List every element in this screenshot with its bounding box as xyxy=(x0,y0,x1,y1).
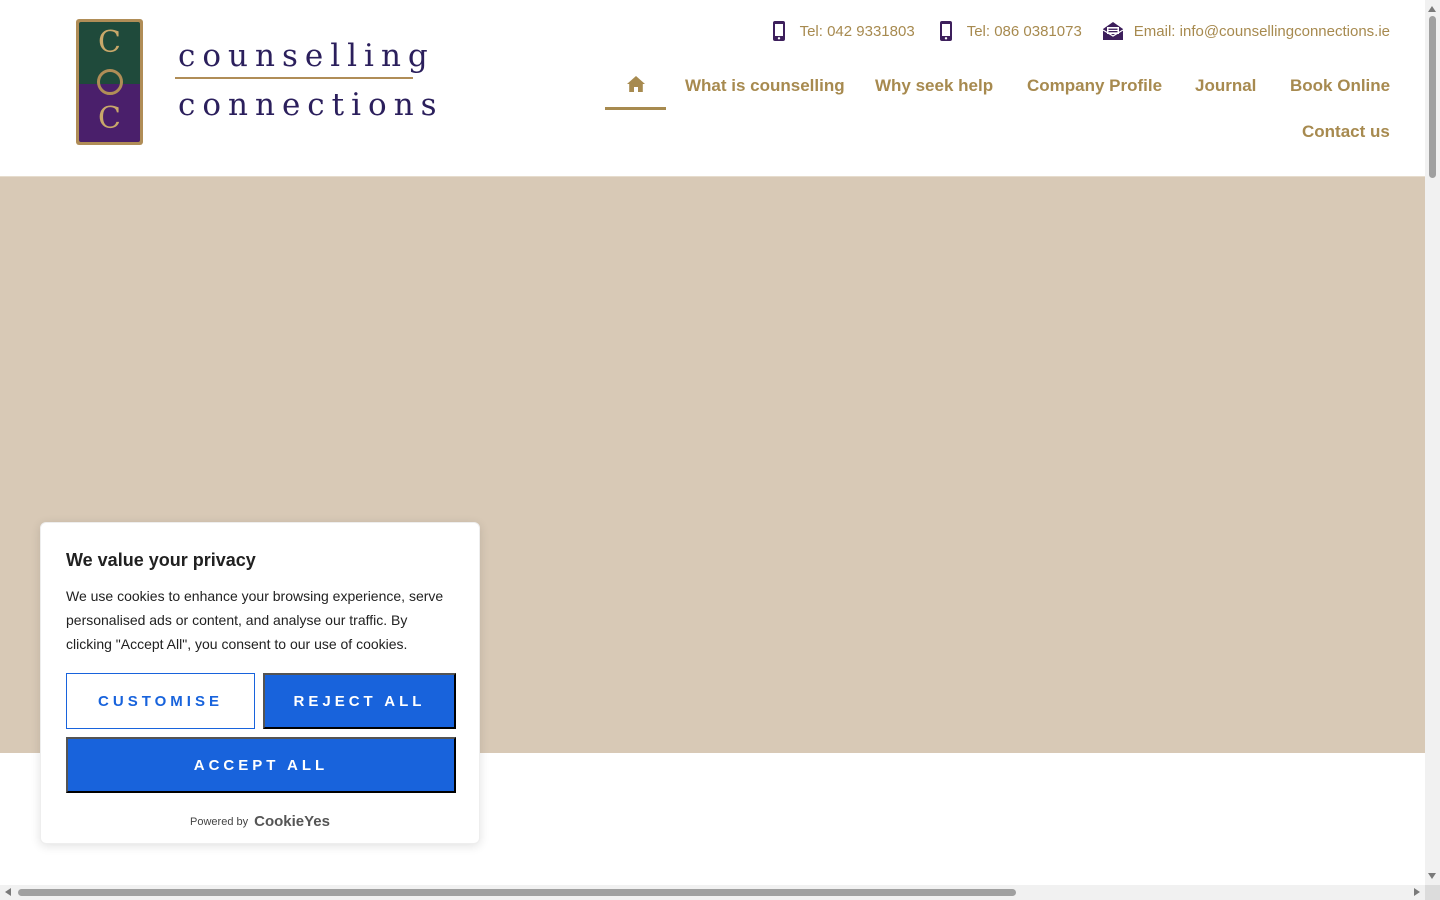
contact-strip: Tel: 042 9331803 Tel: 086 0381073 Email:… xyxy=(748,20,1390,42)
cookieyes-logo[interactable]: CookieYes xyxy=(254,813,330,830)
cookie-banner-description: We use cookies to enhance your browsing … xyxy=(66,588,444,652)
mobile-phone-icon xyxy=(935,20,957,42)
logo-word-counselling: counselling xyxy=(178,38,435,74)
contact-phone-landline[interactable]: Tel: 042 9331803 xyxy=(768,20,915,42)
contact-phone-landline-text: Tel: 042 9331803 xyxy=(799,22,915,40)
logo-letter-bottom: C xyxy=(98,101,121,136)
logo-letter-top: C xyxy=(98,25,121,60)
logo-divider xyxy=(175,77,413,79)
scroll-up-arrow-icon[interactable] xyxy=(1428,6,1436,12)
site-header: C C counselling connections Tel: 042 933… xyxy=(0,0,1425,177)
mobile-phone-icon xyxy=(768,20,790,42)
nav-item-why-seek-help[interactable]: Why seek help xyxy=(875,76,993,96)
nav-item-contact-us[interactable]: Contact us xyxy=(1302,122,1390,142)
customise-button[interactable]: CUSTOMISE xyxy=(66,673,255,729)
contact-phone-mobile-text: Tel: 086 0381073 xyxy=(966,22,1082,40)
scroll-down-arrow-icon[interactable] xyxy=(1428,873,1436,879)
vertical-scrollbar-thumb[interactable] xyxy=(1429,16,1436,178)
main-navigation: What is counselling Why seek help Compan… xyxy=(605,66,1405,156)
scroll-right-arrow-icon[interactable] xyxy=(1414,888,1420,896)
contact-phone-mobile[interactable]: Tel: 086 0381073 xyxy=(935,20,1082,42)
home-icon xyxy=(626,75,646,98)
contact-email[interactable]: Email: info@counsellingconnections.ie xyxy=(1102,20,1390,42)
horizontal-scrollbar[interactable] xyxy=(0,885,1425,900)
nav-item-company-profile[interactable]: Company Profile xyxy=(1027,76,1162,96)
horizontal-scrollbar-thumb[interactable] xyxy=(18,889,1016,896)
powered-by-label: Powered by xyxy=(190,815,249,828)
scroll-left-arrow-icon[interactable] xyxy=(5,888,11,896)
envelope-open-icon xyxy=(1102,20,1124,42)
nav-item-journal[interactable]: Journal xyxy=(1195,76,1256,96)
scrollbar-corner xyxy=(1425,885,1440,900)
site-logo[interactable]: C C counselling connections xyxy=(76,19,437,145)
nav-item-what-is-counselling[interactable]: What is counselling xyxy=(685,76,845,96)
reject-all-button[interactable]: REJECT ALL xyxy=(263,673,456,729)
cookie-consent-banner: We value your privacy We use cookies to … xyxy=(40,522,480,844)
nav-home[interactable] xyxy=(605,66,666,110)
logo-mark: C C xyxy=(76,19,143,145)
logo-word-connections: connections xyxy=(178,87,444,123)
powered-by: Powered by CookieYes xyxy=(41,813,479,830)
accept-all-button[interactable]: ACCEPT ALL xyxy=(66,737,456,793)
cookie-banner-title: We value your privacy xyxy=(66,550,256,570)
nav-item-book-online[interactable]: Book Online xyxy=(1290,76,1390,96)
vertical-scrollbar[interactable] xyxy=(1425,0,1440,885)
contact-email-text: Email: info@counsellingconnections.ie xyxy=(1133,22,1390,40)
